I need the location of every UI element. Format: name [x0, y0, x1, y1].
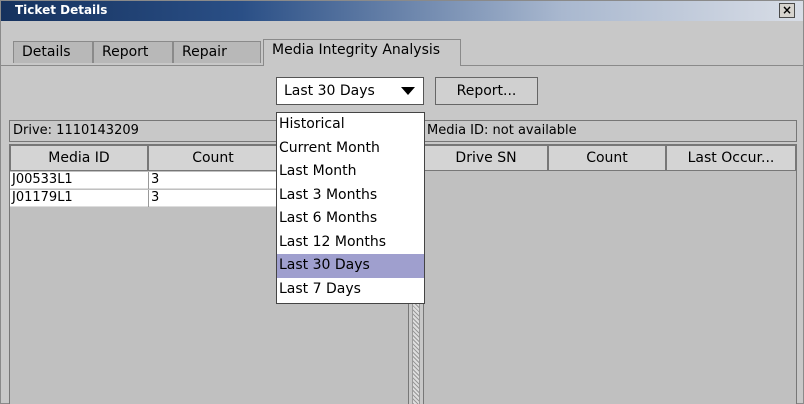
dropdown-option[interactable]: Last 3 Months — [277, 184, 424, 208]
media-panel: Media ID: not available Drive SN Count L… — [423, 120, 797, 404]
splitter-grip[interactable] — [412, 300, 420, 404]
date-range-dropdown-list: Historical Current Month Last Month Last… — [276, 112, 425, 304]
cell-count: 3 — [149, 190, 279, 207]
dropdown-option-selected[interactable]: Last 30 Days — [277, 254, 424, 278]
dropdown-option[interactable]: Last 7 Days — [277, 278, 424, 302]
cell-media-id: J00533L1 — [10, 172, 149, 189]
dropdown-option[interactable]: Last Month — [277, 160, 424, 184]
tab-media-integrity-analysis[interactable]: Media Integrity Analysis — [263, 39, 461, 65]
title-bar[interactable]: Ticket Details × — [1, 1, 803, 21]
date-range-value: Last 30 Days — [284, 83, 375, 99]
column-header-count[interactable]: Count — [548, 145, 666, 171]
dropdown-option[interactable]: Last 6 Months — [277, 207, 424, 231]
dropdown-option[interactable]: Last 12 Months — [277, 231, 424, 255]
column-header-media-id[interactable]: Media ID — [10, 145, 148, 171]
tab-repair[interactable]: Repair — [173, 41, 261, 63]
media-drive-table[interactable]: Drive SN Count Last Occur... — [423, 144, 797, 404]
dropdown-option[interactable]: Current Month — [277, 137, 424, 161]
tab-details[interactable]: Details — [13, 41, 93, 63]
dropdown-option[interactable]: Historical — [277, 113, 424, 137]
tab-repair-label: Repair — [182, 44, 227, 60]
tab-report-label: Report — [102, 44, 149, 60]
ticket-details-window: Ticket Details × Details Report Repair M… — [0, 0, 804, 404]
tab-divider-gap — [264, 65, 460, 66]
cell-count: 3 — [149, 172, 279, 189]
window-title: Ticket Details — [15, 3, 108, 17]
column-header-last-occurrence[interactable]: Last Occur... — [666, 145, 796, 171]
report-button[interactable]: Report... — [435, 77, 538, 105]
column-header-count[interactable]: Count — [148, 145, 278, 171]
close-icon: × — [781, 3, 793, 17]
tab-report[interactable]: Report — [93, 41, 173, 63]
cell-media-id: J01179L1 — [10, 190, 149, 207]
date-range-select[interactable]: Last 30 Days — [276, 77, 424, 105]
media-label: Media ID: not available — [423, 120, 797, 142]
tab-media-integrity-analysis-label: Media Integrity Analysis — [272, 42, 441, 58]
close-button[interactable]: × — [779, 3, 795, 18]
tab-details-label: Details — [22, 44, 71, 60]
chevron-down-icon[interactable] — [401, 87, 415, 95]
column-header-drive-sn[interactable]: Drive SN — [424, 145, 548, 171]
